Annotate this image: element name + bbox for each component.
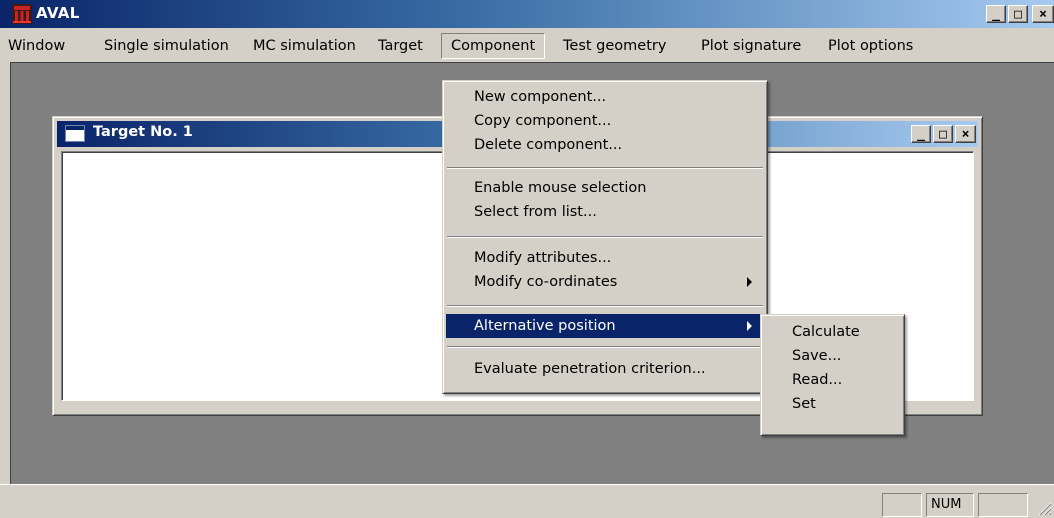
child-window-title: Target No. 1	[93, 124, 193, 140]
resize-grip-icon[interactable]	[1036, 500, 1052, 516]
menu-separator	[447, 167, 763, 169]
menu-bar: Window Single simulation MC simulation T…	[0, 28, 1054, 60]
menu-item-label: Read...	[792, 372, 843, 388]
menu-item-label: Evaluate penetration criterion...	[474, 361, 706, 377]
submenu-arrow-icon	[747, 321, 752, 331]
maximize-icon[interactable]: □	[933, 125, 953, 143]
document-window-icon[interactable]	[65, 125, 85, 142]
menu-item-label: Set	[792, 396, 816, 412]
app-title-bar[interactable]: AVAL _ □ ×	[0, 0, 1054, 28]
aval-app-icon[interactable]	[12, 4, 32, 24]
menu-single-simulation[interactable]: Single simulation	[104, 34, 229, 58]
status-pane-num: NUM	[926, 493, 974, 517]
status-bar: NUM	[0, 484, 1054, 518]
submenu-item-save[interactable]: Save...	[764, 344, 901, 368]
maximize-icon[interactable]: □	[1008, 5, 1028, 23]
menu-window[interactable]: Window	[8, 34, 65, 58]
alternative-position-submenu: Calculate Save... Read... Set	[760, 314, 905, 436]
menu-item-label: New component...	[474, 89, 607, 105]
menu-item-copy-component[interactable]: Copy component...	[446, 109, 764, 133]
menu-item-modify-coordinates[interactable]: Modify co-ordinates	[446, 270, 764, 294]
menu-item-label: Modify co-ordinates	[474, 274, 618, 290]
menu-item-label: Enable mouse selection	[474, 180, 647, 196]
minimize-icon[interactable]: _	[911, 125, 931, 143]
menu-plot-options[interactable]: Plot options	[828, 34, 913, 58]
menu-item-label: Alternative position	[474, 318, 616, 334]
menu-separator	[447, 305, 763, 307]
menu-item-delete-component[interactable]: Delete component...	[446, 133, 764, 157]
menu-item-label: Delete component...	[474, 137, 623, 153]
status-pane-scroll	[978, 493, 1028, 517]
menu-item-label: Save...	[792, 348, 842, 364]
menu-mc-simulation[interactable]: MC simulation	[253, 34, 356, 58]
submenu-item-read[interactable]: Read...	[764, 368, 901, 392]
component-menu: New component... Copy component... Delet…	[442, 80, 768, 394]
submenu-arrow-icon	[747, 277, 752, 287]
menu-target[interactable]: Target	[378, 34, 423, 58]
menu-separator	[447, 236, 763, 238]
submenu-item-calculate[interactable]: Calculate	[764, 320, 901, 344]
menu-item-label: Select from list...	[474, 204, 597, 220]
menu-item-evaluate-penetration[interactable]: Evaluate penetration criterion...	[446, 357, 764, 381]
minimize-icon[interactable]: _	[986, 5, 1006, 23]
menu-item-alternative-position[interactable]: Alternative position	[446, 314, 764, 338]
menu-item-label: Calculate	[792, 324, 860, 340]
app-title: AVAL	[36, 4, 80, 22]
submenu-item-set[interactable]: Set	[764, 392, 901, 416]
menu-test-geometry[interactable]: Test geometry	[563, 34, 666, 58]
menu-item-modify-attributes[interactable]: Modify attributes...	[446, 246, 764, 270]
menu-item-label: Copy component...	[474, 113, 612, 129]
menu-separator	[447, 346, 763, 348]
close-icon[interactable]: ×	[955, 125, 976, 143]
menu-plot-signature[interactable]: Plot signature	[701, 34, 801, 58]
menu-item-new-component[interactable]: New component...	[446, 85, 764, 109]
menu-component[interactable]: Component	[441, 33, 546, 59]
menu-item-select-from-list[interactable]: Select from list...	[446, 200, 764, 224]
status-pane-caps	[882, 493, 922, 517]
menu-item-enable-mouse-selection[interactable]: Enable mouse selection	[446, 176, 764, 200]
menu-item-label: Modify attributes...	[474, 250, 612, 266]
close-icon[interactable]: ×	[1032, 5, 1054, 23]
